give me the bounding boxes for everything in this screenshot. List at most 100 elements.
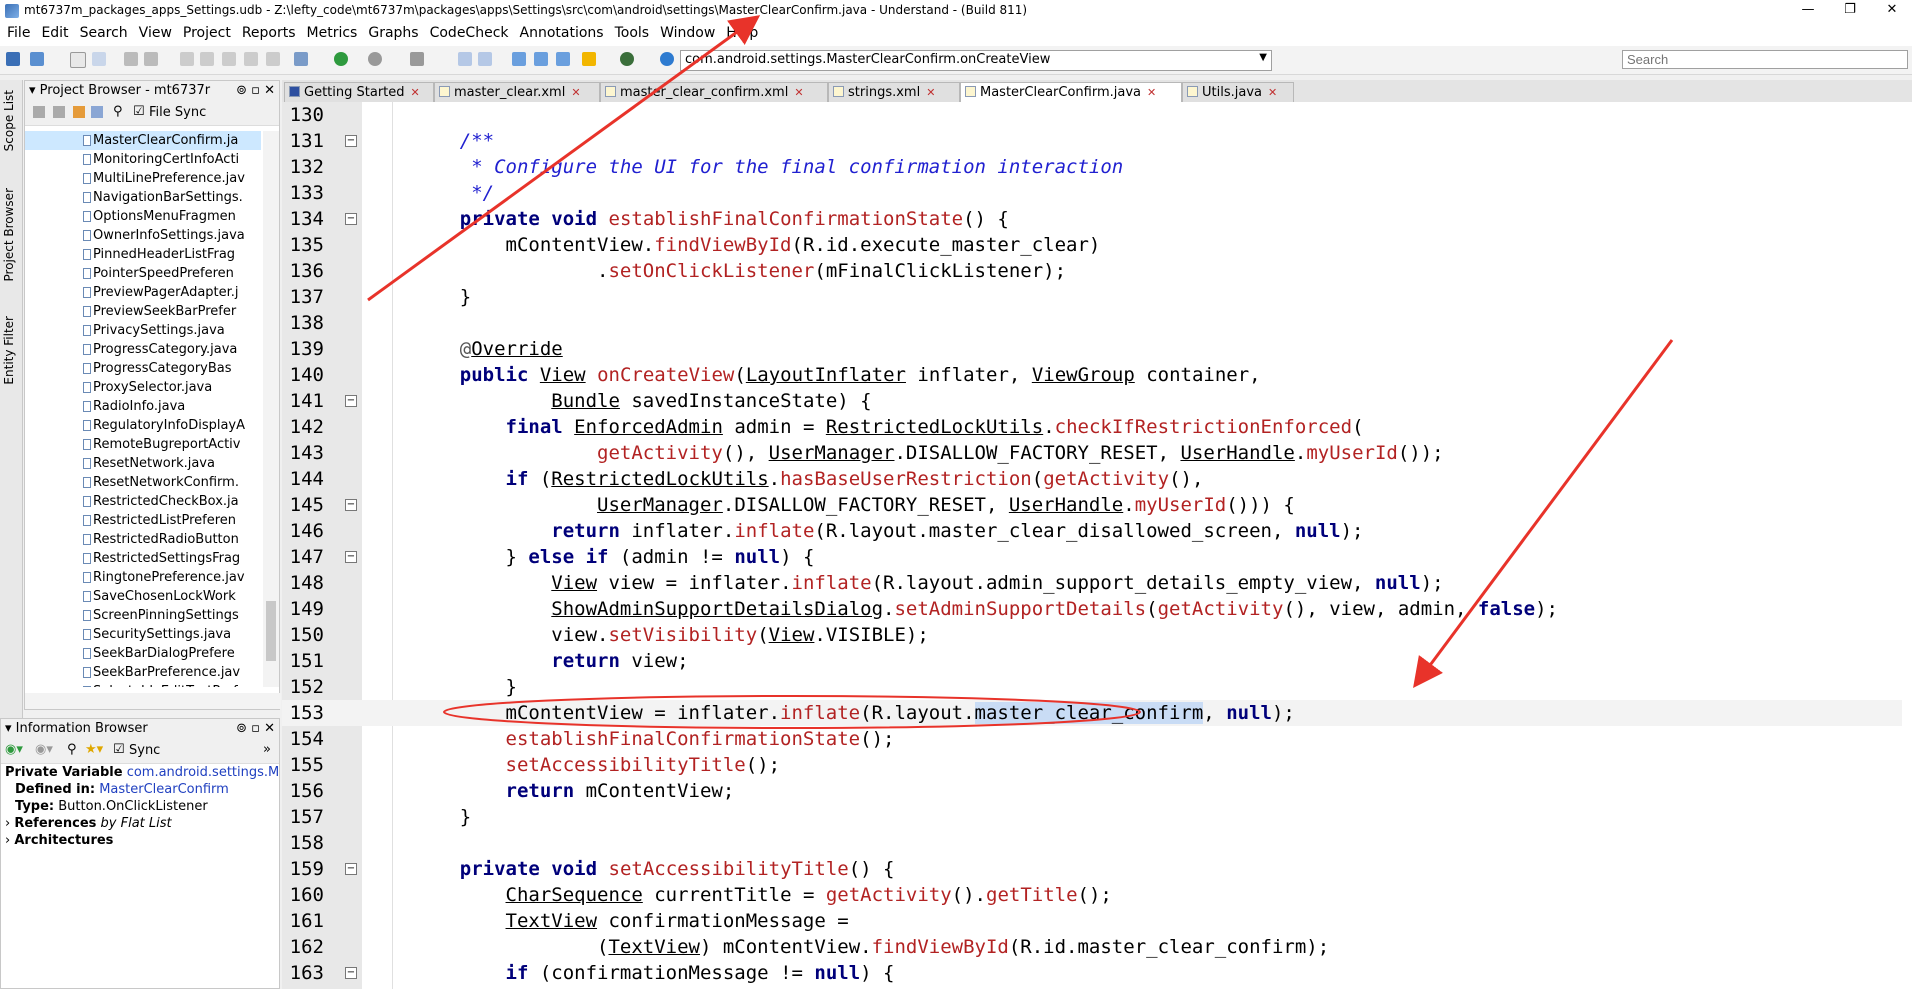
- close-button[interactable]: ✕: [1872, 2, 1912, 17]
- fold-icon[interactable]: −: [345, 395, 357, 407]
- file-list-item[interactable]: PreviewSeekBarPrefer: [25, 302, 261, 321]
- file-list-item[interactable]: SeekBarPreference.jav: [25, 663, 261, 682]
- browser-icon[interactable]: [458, 52, 472, 66]
- open-icon[interactable]: [30, 52, 44, 66]
- graph-icon[interactable]: [478, 52, 492, 66]
- menu-tools[interactable]: Tools: [608, 22, 654, 41]
- file-list-item[interactable]: RestrictedCheckBox.ja: [25, 492, 261, 511]
- collapse-icon[interactable]: ▾: [5, 721, 12, 736]
- favorite-star-icon[interactable]: [582, 52, 596, 66]
- defined-in-link[interactable]: MasterClearConfirm: [99, 782, 229, 797]
- project-vertical-scrollbar[interactable]: [263, 131, 279, 687]
- file-list-item[interactable]: OwnerInfoSettings.java: [25, 226, 261, 245]
- project-horizontal-scrollbar[interactable]: [25, 693, 281, 709]
- file-list-item[interactable]: MasterClearConfirm.ja: [25, 131, 261, 150]
- menu-file[interactable]: File: [0, 22, 34, 41]
- file-list-item[interactable]: RadioInfo.java: [25, 397, 261, 416]
- file-list-item[interactable]: PointerSpeedPreferen: [25, 264, 261, 283]
- analyze-icon[interactable]: [410, 52, 424, 66]
- fold-icon[interactable]: −: [345, 863, 357, 875]
- close-icon[interactable]: ✕: [571, 86, 580, 99]
- file-list-item[interactable]: SaveChosenLockWork: [25, 587, 261, 606]
- close-icon[interactable]: ✕: [926, 86, 935, 99]
- tab-master-clear-confirm-xml[interactable]: master_clear_confirm.xml ✕: [600, 82, 828, 102]
- collapse-icon[interactable]: ▾: [29, 83, 36, 98]
- link-icon[interactable]: [91, 106, 103, 118]
- collapse-all-icon[interactable]: [53, 106, 65, 118]
- file-list-item[interactable]: ResetNetwork.java: [25, 454, 261, 473]
- file-list-item[interactable]: MonitoringCertInfoActi: [25, 150, 261, 169]
- file-list-item[interactable]: ScreenPinningSettings: [25, 606, 261, 625]
- maximize-button[interactable]: ❐: [1830, 2, 1870, 17]
- scope-dropdown[interactable]: com.android.settings.MasterClearConfirm.…: [680, 50, 1272, 71]
- back-icon[interactable]: ◉▾: [5, 742, 23, 757]
- report-icon[interactable]: [294, 52, 308, 66]
- file-list-item[interactable]: OptionsMenuFragmen: [25, 207, 261, 226]
- file-list-item[interactable]: RestrictedSettingsFrag: [25, 549, 261, 568]
- fold-icon[interactable]: −: [345, 967, 357, 979]
- copy-icon[interactable]: [244, 52, 258, 66]
- menu-project[interactable]: Project: [176, 22, 235, 41]
- close-icon[interactable]: ✕: [1147, 86, 1156, 99]
- file-sync-checkbox[interactable]: ☑: [133, 104, 145, 119]
- tab-strings-xml[interactable]: strings.xml ✕: [828, 82, 960, 102]
- layout2-icon[interactable]: [534, 52, 548, 66]
- fold-icon[interactable]: −: [345, 499, 357, 511]
- tab-utils-java[interactable]: Utils.java ✕: [1182, 82, 1294, 102]
- menu-graphs[interactable]: Graphs: [361, 22, 422, 41]
- layout-icon[interactable]: [512, 52, 526, 66]
- edit-icon[interactable]: [92, 52, 106, 66]
- tab-getting-started[interactable]: Getting Started ✕: [284, 82, 434, 102]
- go-icon[interactable]: [660, 52, 674, 66]
- expand-arrow-icon[interactable]: ›: [5, 833, 10, 848]
- close-icon[interactable]: ✕: [1268, 86, 1277, 99]
- codecheck-icon[interactable]: [620, 52, 634, 66]
- file-list-item[interactable]: ProgressCategoryBas: [25, 359, 261, 378]
- paste-icon[interactable]: [266, 52, 280, 66]
- fold-icon[interactable]: −: [345, 213, 357, 225]
- file-list-item[interactable]: ProxySelector.java: [25, 378, 261, 397]
- sync-checkbox[interactable]: ☑: [113, 742, 125, 757]
- file-list-item[interactable]: RegulatoryInfoDisplayA: [25, 416, 261, 435]
- save-file-icon[interactable]: [124, 52, 138, 66]
- file-list-item[interactable]: ProgressCategory.java: [25, 340, 261, 359]
- fold-icon[interactable]: −: [345, 135, 357, 147]
- panel-controls-icon[interactable]: ⊚ ▫ ✕: [236, 81, 275, 101]
- close-icon[interactable]: ✕: [411, 86, 420, 99]
- entity-name-link[interactable]: com.android.settings.M: [127, 765, 280, 780]
- file-list-item[interactable]: SelectableEditTextPref: [25, 682, 261, 687]
- references-row[interactable]: › References by Flat List: [1, 815, 279, 832]
- cut-icon[interactable]: [222, 52, 236, 66]
- expand-icon[interactable]: [33, 106, 45, 118]
- forward-icon[interactable]: ◉▾: [35, 742, 53, 757]
- menu-search[interactable]: Search: [73, 22, 132, 41]
- save-all-icon[interactable]: [144, 52, 158, 66]
- new-file-icon[interactable]: [70, 52, 86, 68]
- code-editor[interactable]: 130 131− /** 132 * Configure the UI for …: [282, 102, 1912, 989]
- search-input[interactable]: [1622, 50, 1908, 69]
- tab-scope-list[interactable]: Scope List: [2, 90, 16, 151]
- tab-masterclearconfirm-java[interactable]: MasterClearConfirm.java ✕: [960, 82, 1182, 102]
- file-list-item[interactable]: RestrictedListPreferen: [25, 511, 261, 530]
- menu-reports[interactable]: Reports: [235, 22, 300, 41]
- file-list-item[interactable]: RingtonePreference.jav: [25, 568, 261, 587]
- file-list-item[interactable]: RemoteBugreportActiv: [25, 435, 261, 454]
- file-list-item[interactable]: RestrictedRadioButton: [25, 530, 261, 549]
- file-list-item[interactable]: PreviewPagerAdapter.j: [25, 283, 261, 302]
- menu-codecheck[interactable]: CodeCheck: [423, 22, 513, 41]
- file-list-item[interactable]: ResetNetworkConfirm.: [25, 473, 261, 492]
- binoculars-icon[interactable]: ⚲: [113, 104, 123, 119]
- edit-icon[interactable]: [73, 106, 85, 118]
- redo-icon[interactable]: [200, 52, 214, 66]
- file-list-item[interactable]: PrivacySettings.java: [25, 321, 261, 340]
- favorite-star-icon[interactable]: ★▾: [85, 742, 103, 757]
- menu-annotations[interactable]: Annotations: [513, 22, 608, 41]
- file-list-item[interactable]: SecuritySettings.java: [25, 625, 261, 644]
- binoculars-icon[interactable]: ⚲: [67, 742, 77, 757]
- panel-controls-icon[interactable]: ⊚ ▫ ✕: [236, 719, 275, 739]
- menu-window[interactable]: Window: [653, 22, 719, 41]
- fold-icon[interactable]: −: [345, 551, 357, 563]
- tab-entity-filter[interactable]: Entity Filter: [2, 316, 16, 385]
- forward-icon[interactable]: [368, 52, 382, 66]
- more-icon[interactable]: »: [263, 742, 271, 757]
